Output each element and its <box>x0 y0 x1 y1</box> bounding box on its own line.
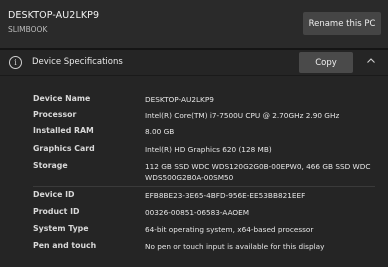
copy-button[interactable]: Copy <box>299 52 353 73</box>
spec-label: Graphics Card <box>33 144 95 153</box>
spec-value: 8.00 GB <box>145 127 175 136</box>
spec-list: Device Name DESKTOP-AU2LKP9 Processor In… <box>0 76 388 267</box>
spec-value: 00326-00851-06583-AAOEM <box>145 208 250 217</box>
spec-value: EFB8BE23-3E65-4BFD-956E-EE53BB821EEF <box>145 191 306 200</box>
spec-label: Device Name <box>33 94 91 103</box>
spec-value: Intel(R) Core(TM) i7-7500U CPU @ 2.70GHz… <box>145 111 340 120</box>
rename-pc-button[interactable]: Rename this PC <box>303 12 381 35</box>
spec-label: System Type <box>33 224 89 233</box>
spec-label: Installed RAM <box>33 126 94 135</box>
device-header: DESKTOP-AU2LKP9 SLIMBOOK Rename this PC <box>0 0 388 48</box>
device-model: SLIMBOOK <box>8 25 48 34</box>
spec-label: Product ID <box>33 207 80 216</box>
device-name-title: DESKTOP-AU2LKP9 <box>8 10 100 21</box>
divider <box>33 186 375 187</box>
spec-label: Processor <box>33 110 77 119</box>
spec-value: DESKTOP-AU2LKP9 <box>145 95 214 104</box>
spec-label: Pen and touch <box>33 241 97 250</box>
spec-label: Storage <box>33 161 68 170</box>
device-specifications-section: i Device Specifications Copy Device Name… <box>0 50 388 267</box>
info-icon: i <box>9 56 22 69</box>
spec-value: 112 GB SSD WDC WDS120G2G0B-00EPW0, 466 G… <box>145 162 371 182</box>
spec-value: No pen or touch input is available for t… <box>145 242 325 251</box>
spec-value: Intel(R) HD Graphics 620 (128 MB) <box>145 145 272 154</box>
section-title: Device Specifications <box>32 57 123 67</box>
spec-value: 64-bit operating system, x64-based proce… <box>145 225 314 234</box>
spec-label: Device ID <box>33 190 75 199</box>
section-header[interactable]: i Device Specifications Copy <box>0 50 388 76</box>
chevron-up-icon[interactable] <box>366 56 376 66</box>
